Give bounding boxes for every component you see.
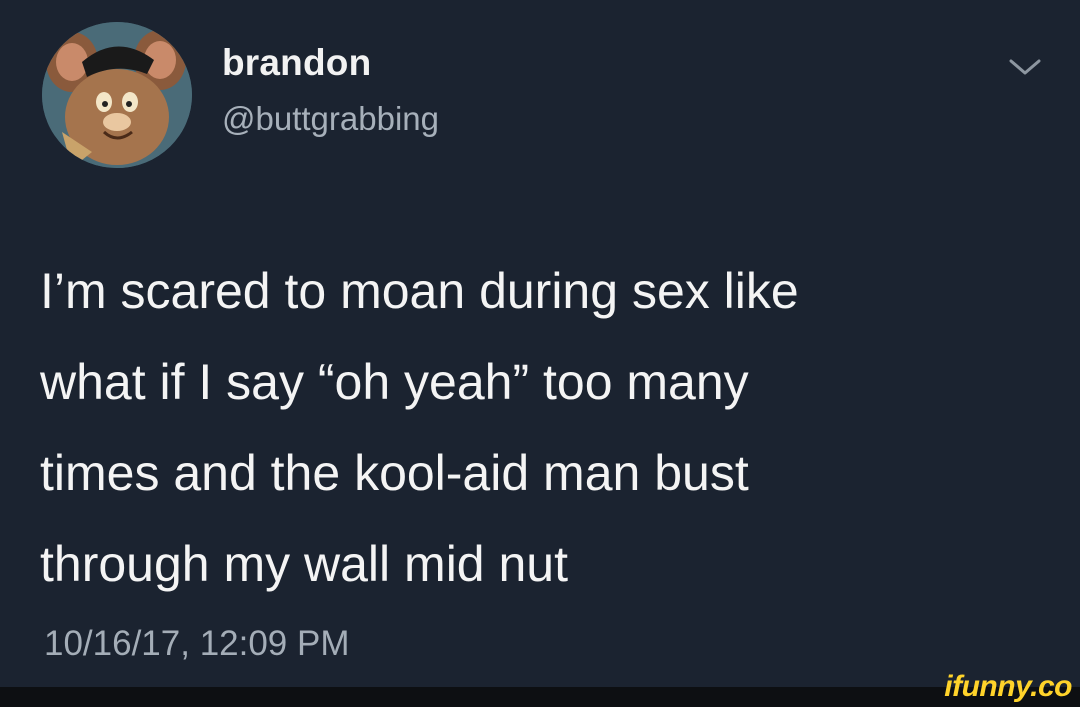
watermark-bar (0, 687, 1080, 707)
ifunny-watermark: ifunny.co (944, 670, 1072, 703)
chevron-down-icon[interactable] (1005, 55, 1045, 79)
tweet-card: brandon @buttgrabbing I’m scared to moan… (0, 0, 1080, 687)
tweet-text: I’m scared to moan during sex like what … (40, 263, 799, 592)
display-name[interactable]: brandon (222, 42, 371, 84)
tweet-timestamp[interactable]: 10/16/17, 12:09 PM (44, 624, 350, 664)
user-handle[interactable]: @buttgrabbing (222, 100, 439, 138)
cartoon-mouse-avatar-icon (42, 22, 192, 168)
avatar[interactable] (42, 22, 192, 168)
